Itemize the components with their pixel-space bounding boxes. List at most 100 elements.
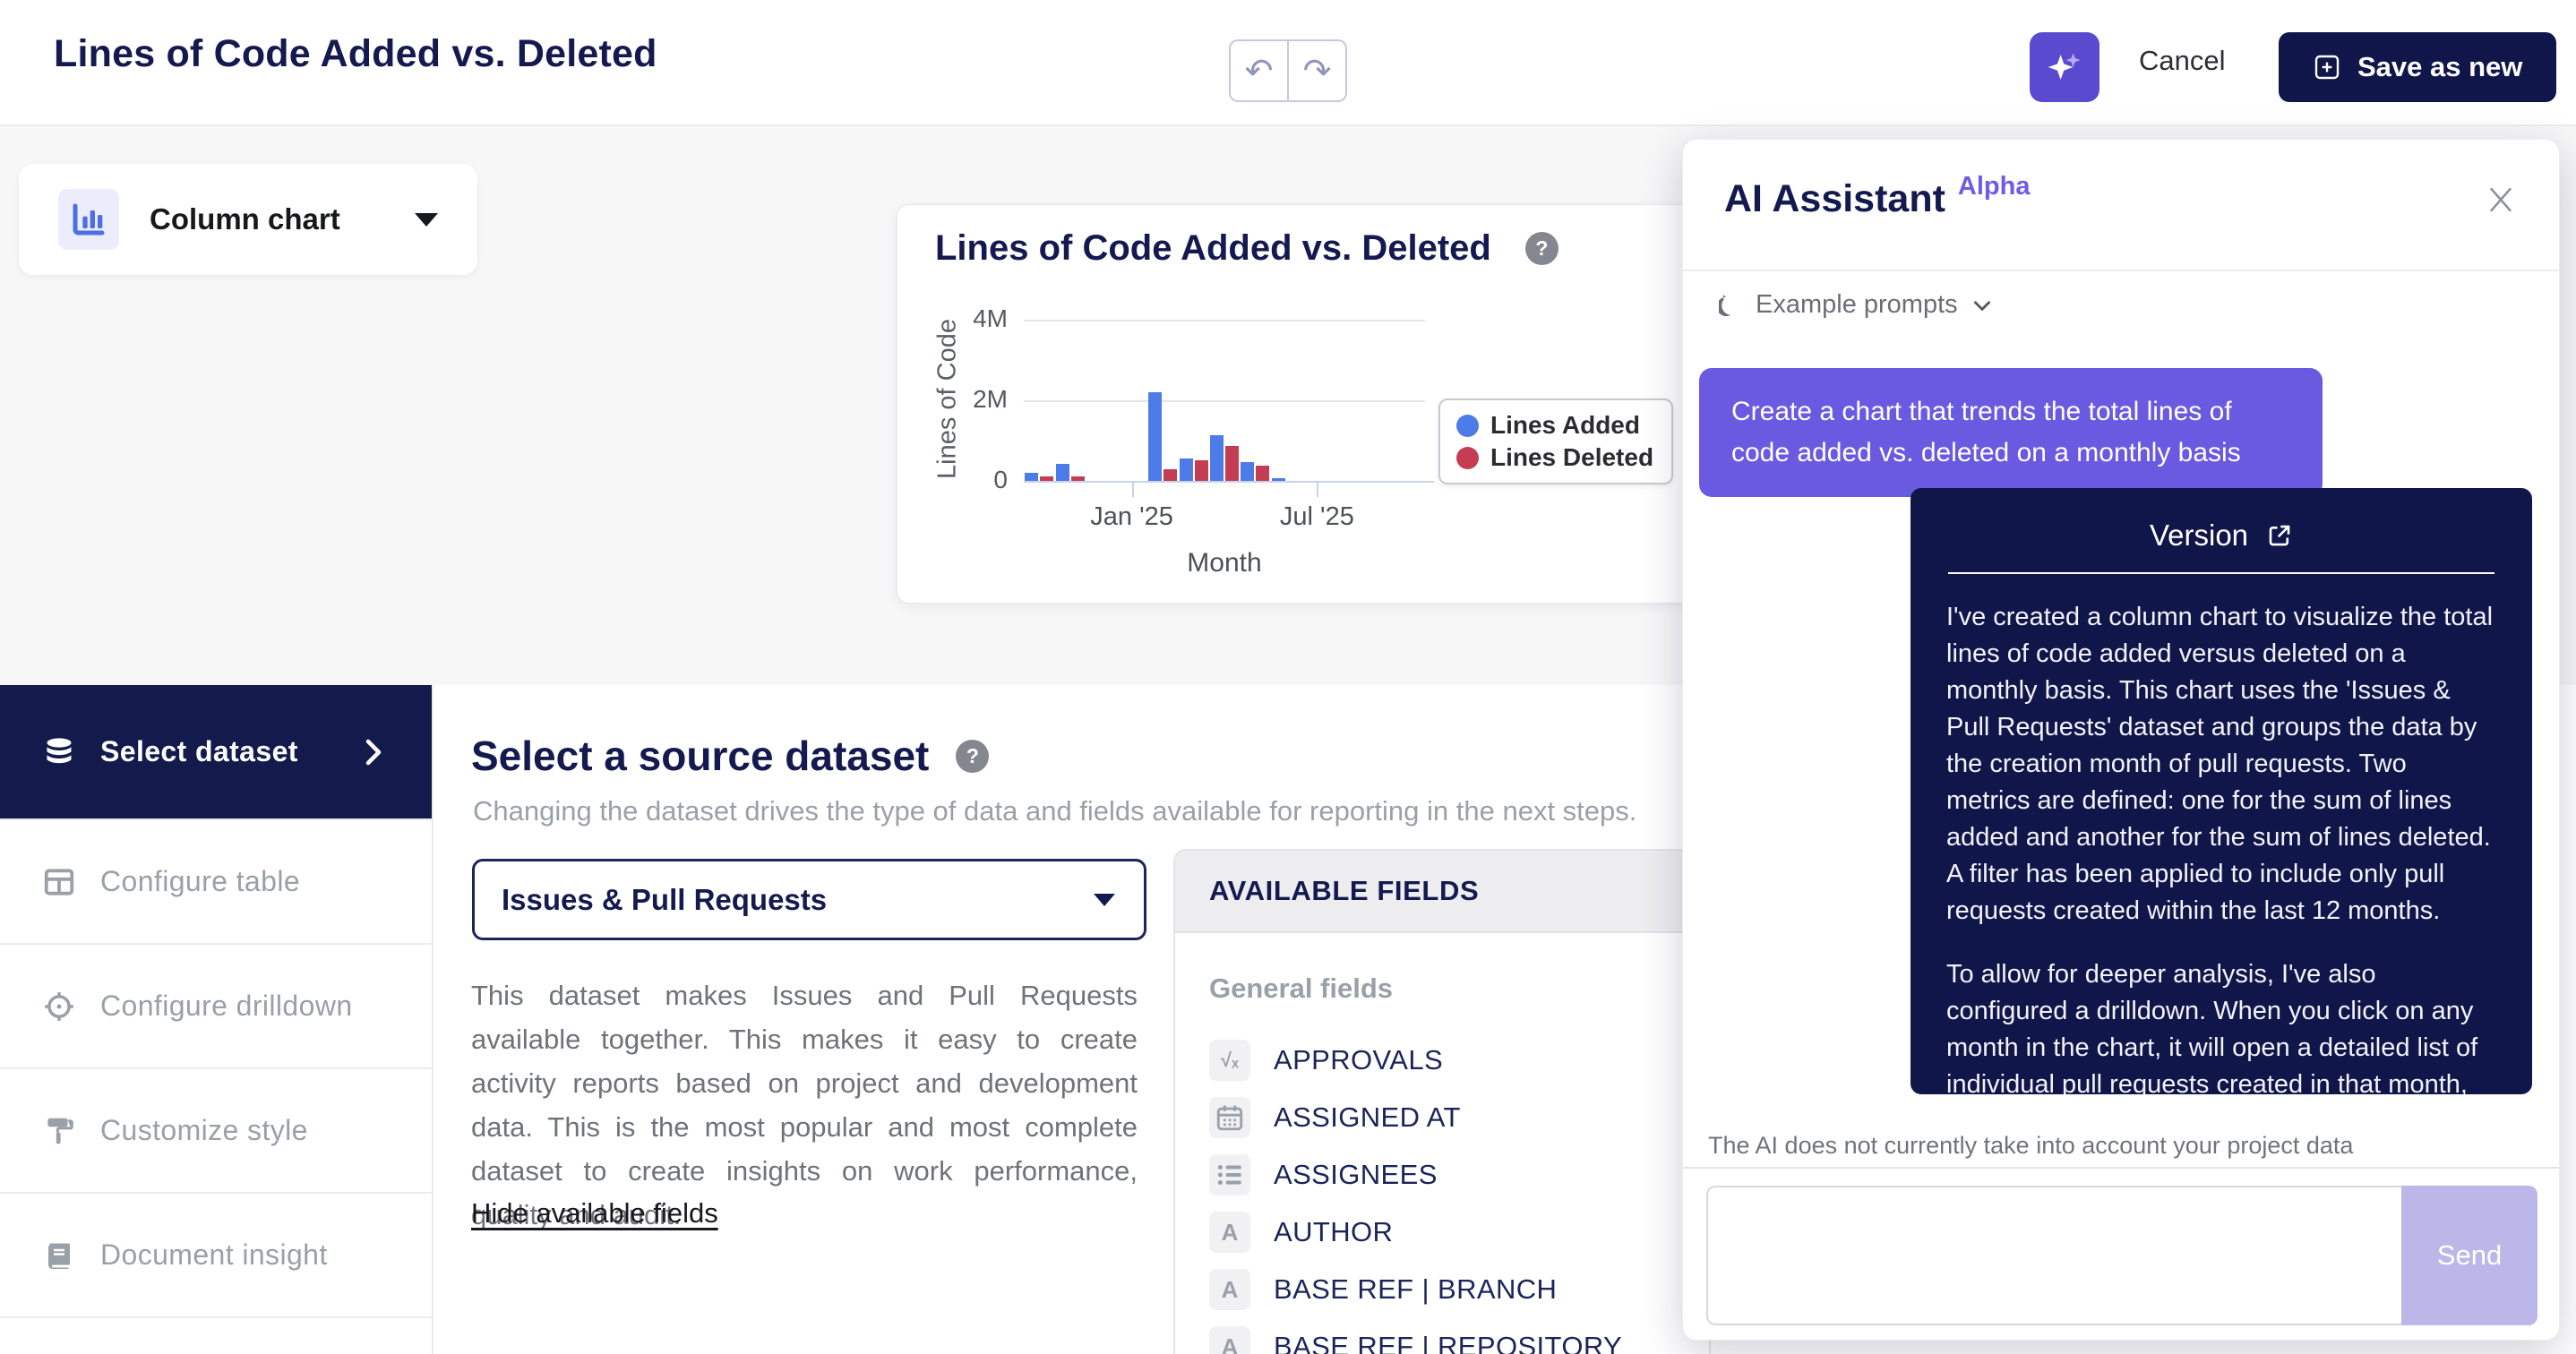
field-item-assignees[interactable]: ASSIGNEES xyxy=(1209,1146,1709,1204)
sparkle-icon xyxy=(2046,48,2083,86)
chart-type-label: Column chart xyxy=(150,202,340,236)
table-icon xyxy=(41,865,77,899)
sidebar-item-label: Document insight xyxy=(100,1238,328,1271)
chart-bar[interactable] xyxy=(1179,458,1193,481)
x-axis-line xyxy=(1024,481,1434,483)
chevron-down-icon xyxy=(415,212,438,227)
chart-bar[interactable] xyxy=(1225,446,1239,481)
chart-bar[interactable] xyxy=(1025,473,1039,481)
sidebar-item-document-insight[interactable]: Document insight xyxy=(0,1194,432,1318)
database-icon xyxy=(41,736,77,768)
close-icon[interactable] xyxy=(2484,183,2518,217)
chart-bar[interactable] xyxy=(1256,466,1270,481)
available-fields-header: AVAILABLE FIELDS xyxy=(1175,851,1709,933)
sidebar-item-label: Customize style xyxy=(100,1114,308,1146)
chart-type-selector[interactable]: Column chart xyxy=(19,164,477,275)
field-label: BASE REF | REPOSITORY xyxy=(1274,1331,1623,1354)
fields-group-label: General fields xyxy=(1209,973,1394,1004)
chart-bar[interactable] xyxy=(1194,460,1208,481)
chart-preview-card: Lines of Code Added vs. Deleted ? Lines … xyxy=(897,204,1693,604)
chart-bar[interactable] xyxy=(1148,392,1163,481)
field-item-author[interactable]: A AUTHOR xyxy=(1209,1204,1709,1261)
sidebar-item-label: Configure drilldown xyxy=(100,990,353,1022)
sidebar-item-customize-style[interactable]: Customize style xyxy=(0,1069,432,1194)
formula-field-icon: √ₓ xyxy=(1209,1040,1250,1081)
send-button[interactable]: Send xyxy=(2401,1186,2537,1325)
section-subtitle: Changing the dataset drives the type of … xyxy=(473,795,1637,827)
dataset-dropdown[interactable]: Issues & Pull Requests xyxy=(472,859,1146,940)
undo-redo-group: ↶ ↷ xyxy=(1229,39,1347,102)
chart-bar[interactable] xyxy=(1210,434,1224,481)
speech-bubble-icon xyxy=(1719,295,1731,317)
chevron-down-icon xyxy=(1973,300,1990,311)
example-prompts-label: Example prompts xyxy=(1756,290,1958,319)
chart-bar[interactable] xyxy=(1241,461,1255,481)
x-axis-tick xyxy=(1131,483,1134,497)
legend-item[interactable]: Lines Deleted xyxy=(1456,443,1653,472)
redo-button[interactable]: ↷ xyxy=(1288,39,1347,102)
ai-disclaimer: The AI does not currently take into acco… xyxy=(1708,1132,2354,1159)
alpha-badge: Alpha xyxy=(1957,172,2031,201)
gridline xyxy=(1024,400,1425,402)
hide-available-fields-link[interactable]: Hide available fields xyxy=(471,1197,718,1230)
sidebar-item-label: Select dataset xyxy=(100,735,298,767)
chart-bar[interactable] xyxy=(1040,476,1054,481)
chart-legend: Lines Added Lines Deleted xyxy=(1438,398,1674,484)
x-axis-tick-label: Jul '25 xyxy=(1279,502,1354,531)
field-label: AUTHOR xyxy=(1274,1216,1394,1247)
ai-message-input[interactable] xyxy=(1706,1186,2401,1325)
field-item-assigned-at[interactable]: ASSIGNED AT xyxy=(1209,1089,1709,1146)
steps-sidebar: Select dataset Configure table Configure d… xyxy=(0,685,434,1354)
y-axis-tick-label: 0 xyxy=(993,466,1008,493)
cancel-button[interactable]: Cancel xyxy=(2139,45,2226,77)
ai-response-title: Version xyxy=(2149,518,2249,552)
x-axis-tick-label: Jan '25 xyxy=(1090,502,1173,531)
legend-item[interactable]: Lines Added xyxy=(1456,411,1653,440)
gridline xyxy=(1024,320,1425,321)
x-axis-tick xyxy=(1317,483,1319,497)
calendar-field-icon xyxy=(1209,1097,1250,1138)
y-axis-tick-label: 2M xyxy=(973,385,1008,413)
y-axis-tick-label: 4M xyxy=(973,304,1008,332)
field-item-approvals[interactable]: √ₓ APPROVALS xyxy=(1209,1032,1709,1089)
divider xyxy=(1683,270,2559,271)
field-label: ASSIGNED AT xyxy=(1274,1101,1461,1133)
chart-bar[interactable] xyxy=(1055,464,1069,481)
divider xyxy=(1683,1167,2559,1169)
ai-panel-title: AI Assistant xyxy=(1724,177,1945,220)
legend-dot-icon xyxy=(1456,446,1479,469)
external-link-icon[interactable] xyxy=(2266,522,2293,549)
ai-response-paragraph: I've created a column chart to visualize… xyxy=(1946,603,2494,925)
field-label: APPROVALS xyxy=(1274,1044,1444,1075)
dataset-help-icon[interactable]: ? xyxy=(956,739,990,773)
chart-bar[interactable] xyxy=(1070,476,1085,481)
example-prompts-toggle[interactable]: Example prompts xyxy=(1719,290,1994,320)
sidebar-item-select-dataset[interactable]: Select dataset xyxy=(0,685,432,820)
page-title: Lines of Code Added vs. Deleted xyxy=(54,32,657,75)
chart-bar[interactable] xyxy=(1163,468,1178,481)
available-fields-panel: AVAILABLE FIELDS General fields √ₓ APPROV… xyxy=(1173,849,1711,1354)
sidebar-item-configure-table[interactable]: Configure table xyxy=(0,820,432,945)
sidebar-item-label: Configure table xyxy=(100,865,301,897)
sidebar-item-configure-drilldown[interactable]: Configure drilldown xyxy=(0,945,432,1069)
fields-list: √ₓ APPROVALS ASSIGNED AT ASSIGNEES A AUTHOR A B… xyxy=(1209,1032,1709,1354)
undo-button[interactable]: ↶ xyxy=(1229,39,1288,102)
top-header: Lines of Code Added vs. Deleted ↶ ↷ Canc… xyxy=(0,0,2576,126)
ai-response-paragraph: To allow for deeper analysis, I've also … xyxy=(1946,960,2478,1094)
field-label: ASSIGNEES xyxy=(1274,1159,1438,1190)
dataset-dropdown-value: Issues & Pull Requests xyxy=(502,882,828,916)
chart-help-icon[interactable]: ? xyxy=(1524,232,1558,265)
chart-title: Lines of Code Added vs. Deleted xyxy=(935,228,1491,268)
chart-bar[interactable] xyxy=(1271,477,1285,481)
field-label: BASE REF | BRANCH xyxy=(1274,1273,1558,1305)
plus-square-icon xyxy=(2313,53,2341,81)
x-axis-title: Month xyxy=(1187,548,1262,578)
field-item-base-ref-branch[interactable]: A BASE REF | BRANCH xyxy=(1209,1261,1709,1318)
ai-assistant-panel: AI Assistant Alpha Example prompts Creat… xyxy=(1682,139,2560,1341)
ai-assistant-button[interactable] xyxy=(2030,32,2099,102)
column-chart-icon xyxy=(58,189,119,250)
field-item-base-ref-repository[interactable]: A BASE REF | REPOSITORY xyxy=(1209,1318,1709,1354)
book-icon xyxy=(41,1239,77,1272)
section-heading: Select a source dataset xyxy=(471,733,930,779)
save-as-new-button[interactable]: Save as new xyxy=(2279,32,2557,102)
